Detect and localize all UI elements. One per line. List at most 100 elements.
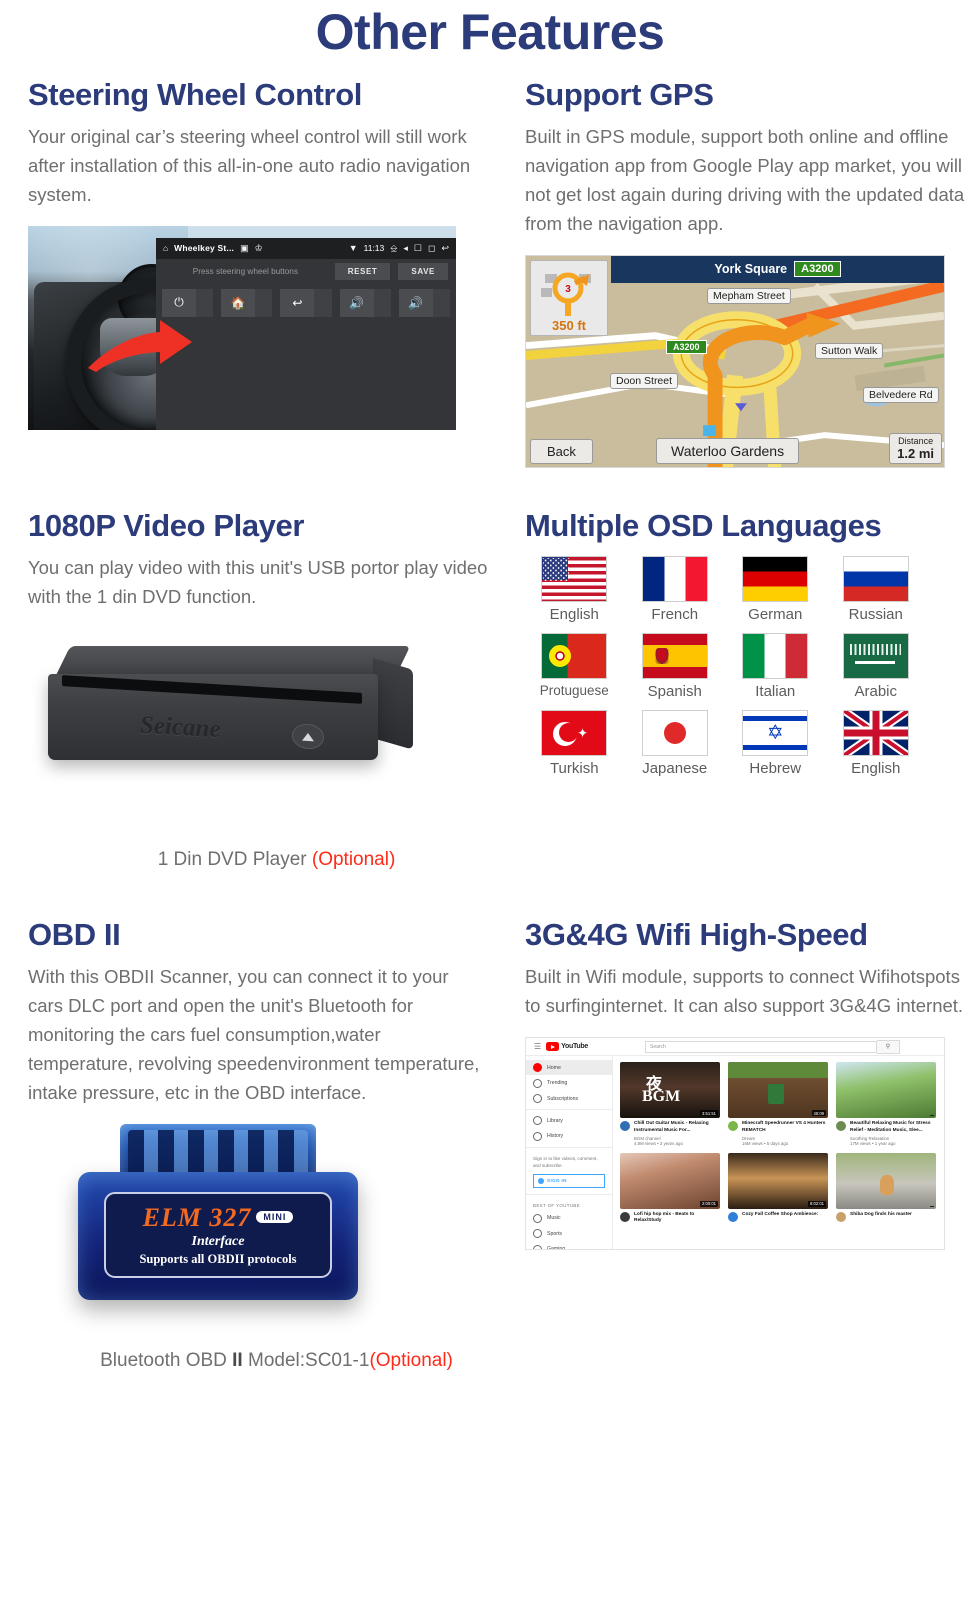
video-card[interactable]: Shiba Dog finds his master (836, 1152, 936, 1225)
sidebar-item-label: Trending (547, 1080, 568, 1087)
youtube-logo-text: YouTube (561, 1043, 588, 1051)
youtube-video-grid: BGM 3:51:51 Chill Out Guitar Music - Rel… (613, 1056, 944, 1249)
flag-de-icon (742, 556, 809, 603)
video-thumbnail[interactable]: 2:00:01 (620, 1152, 720, 1209)
press-buttons-hint: Press steering wheel buttons (192, 267, 298, 277)
video-card[interactable]: 2:00:01 Lofi hip hop mix - Beats to Rela… (620, 1152, 720, 1225)
history-icon (533, 1131, 542, 1141)
language-item-english-uk[interactable]: English (827, 710, 926, 777)
video-thumbnail[interactable]: 45:09 (728, 1062, 828, 1119)
dvd-caption: 1 Din DVD Player (Optional) (28, 849, 525, 871)
youtube-search[interactable]: Search ⚲ (644, 1039, 900, 1054)
flag-jp-icon (641, 710, 708, 757)
eject-button[interactable] (292, 722, 324, 750)
status-time: 11:13 (363, 243, 385, 254)
destination-label[interactable]: Waterloo Gardens (656, 437, 800, 464)
video-thumbnail[interactable]: 8:02:01 (728, 1152, 828, 1209)
sidebar-item-label: Library (547, 1117, 563, 1124)
video-card[interactable]: 45:09 Minecraft Speedrunner VS 4 Hunters… (728, 1062, 828, 1146)
dvd-player-device: Seicane (48, 645, 418, 766)
video-thumbnail[interactable]: BGM 3:51:51 (620, 1062, 720, 1119)
video-card[interactable]: BGM 3:51:51 Chill Out Guitar Music - Rel… (620, 1062, 720, 1146)
gps-navigation-screenshot: York Square A3200 3 350 ft Mepham Street… (525, 254, 945, 468)
sidebar-item-gaming[interactable]: Gaming (526, 1242, 612, 1250)
channel-avatar (836, 1211, 846, 1222)
language-item-japanese[interactable]: Japanese (626, 710, 725, 777)
sidebar-item-sports[interactable]: Sports (526, 1226, 612, 1241)
sign-in-button[interactable]: SIGN IN (533, 1173, 605, 1188)
language-label: Turkish (549, 760, 599, 778)
language-item-turkish[interactable]: ✦ Turkish (525, 710, 624, 777)
flag-es-icon (641, 633, 708, 680)
key-slot-power[interactable]: ⏻ (162, 288, 214, 317)
hamburger-menu-icon[interactable]: ☰ (534, 1042, 541, 1051)
back-icon[interactable]: ↩ (441, 243, 449, 254)
video-thumbnail[interactable] (836, 1152, 936, 1209)
sidebar-item-subscriptions[interactable]: Subscriptions (526, 1091, 612, 1106)
sidebar-section-title: BEST OF YOUTUBE (533, 1202, 581, 1208)
save-button[interactable]: SAVE (398, 263, 448, 281)
language-item-hebrew[interactable]: ✡ Hebrew (726, 710, 825, 777)
video-duration: 8:02:01 (808, 1200, 826, 1207)
video-title: Beautiful Relaxing Music for Stress Reli… (850, 1121, 931, 1133)
youtube-header: ☰ YouTube Search ⚲ (526, 1038, 944, 1057)
sidebar-divider (526, 1109, 612, 1111)
sidebar-item-library[interactable]: Library (526, 1113, 612, 1128)
video-duration: 3:51:51 (700, 1110, 718, 1117)
video-card[interactable]: 8:02:01 Cozy Fall Coffee Shop Ambience: (728, 1152, 828, 1225)
search-input[interactable]: Search (644, 1040, 877, 1053)
feature-steering-wheel-control: Steering Wheel Control Your original car… (28, 77, 525, 468)
language-item-italian[interactable]: Italian (726, 633, 825, 700)
language-item-russian[interactable]: Russian (827, 556, 926, 623)
sidebar-item-home[interactable]: Home (526, 1060, 612, 1076)
key-slot-volume-up-2[interactable]: 🔊 (398, 288, 451, 317)
language-label: Spanish (647, 683, 702, 701)
distance-readout[interactable]: Distance 1.2 mi (889, 432, 942, 464)
language-item-portuguese[interactable]: Protuguese (525, 633, 624, 700)
key-slot-home[interactable]: 🏠 (221, 288, 273, 317)
recent-apps-icon[interactable]: ◻ (428, 243, 435, 254)
feature-description: Built in GPS module, support both online… (525, 126, 965, 234)
channel-avatar (728, 1211, 738, 1222)
power-icon: ⏻ (162, 288, 196, 317)
flag-sa-icon (842, 633, 909, 680)
obd-caption-prefix: Bluetooth OBD (100, 1349, 233, 1371)
language-item-spanish[interactable]: Spanish (626, 633, 725, 700)
video-thumbnail[interactable] (836, 1062, 936, 1119)
youtube-sidebar: Home Trending Subscriptions Library Hist… (526, 1056, 613, 1250)
current-street: York Square (714, 262, 788, 277)
flag-il-icon: ✡ (742, 710, 809, 757)
window-icon[interactable]: ☐ (414, 243, 422, 254)
mute-icon[interactable]: ◂ (403, 243, 408, 254)
feature-description: With this OBDII Scanner, you can connect… (28, 966, 480, 1103)
feature-description: Built in Wifi module, supports to connec… (525, 966, 964, 1017)
reset-button[interactable]: RESET (334, 263, 391, 281)
feature-video-player: 1080P Video Player You can play video wi… (28, 508, 525, 871)
key-slot-volume-up-1[interactable]: 🔊 (339, 288, 391, 317)
sidebar-item-label: History (547, 1133, 564, 1140)
language-item-arabic[interactable]: Arabic (827, 633, 926, 700)
language-label: English (851, 760, 901, 778)
language-label: English (549, 606, 599, 624)
dvd-caption-main: 1 Din DVD Player (157, 848, 312, 870)
sidebar-item-music[interactable]: Music (526, 1211, 612, 1226)
search-icon[interactable]: ⚲ (876, 1039, 900, 1054)
language-item-french[interactable]: French (626, 556, 725, 623)
account-icon (538, 1177, 544, 1184)
screenshot-icon[interactable]: ⎒ (390, 243, 397, 254)
video-card[interactable]: Beautiful Relaxing Music for Stress Reli… (836, 1062, 936, 1146)
language-item-german[interactable]: German (726, 556, 825, 623)
sidebar-item-label: Subscriptions (547, 1095, 579, 1102)
map-road-badge-a3200: A3200 (666, 339, 707, 354)
sidebar-item-history[interactable]: History (526, 1129, 612, 1144)
back-button[interactable]: Back (530, 438, 593, 464)
sidebar-item-trending[interactable]: Trending (526, 1075, 612, 1090)
steering-wheel-screenshot: ⌂ Wheelkey St... ▣ ♔ ▼ 11:13 ⎒ ◂ ☐ ◻ ↩ P… (28, 225, 456, 430)
turn-distance: 350 ft (552, 317, 586, 333)
youtube-logo[interactable]: YouTube (546, 1042, 588, 1052)
key-slot-back[interactable]: ↩ (280, 288, 332, 317)
youtube-body: Home Trending Subscriptions Library Hist… (526, 1056, 944, 1250)
language-item-english-us[interactable]: English (525, 556, 624, 623)
video-row: 2:00:01 Lofi hip hop mix - Beats to Rela… (620, 1152, 944, 1225)
home-icon[interactable]: ⌂ (163, 243, 168, 253)
